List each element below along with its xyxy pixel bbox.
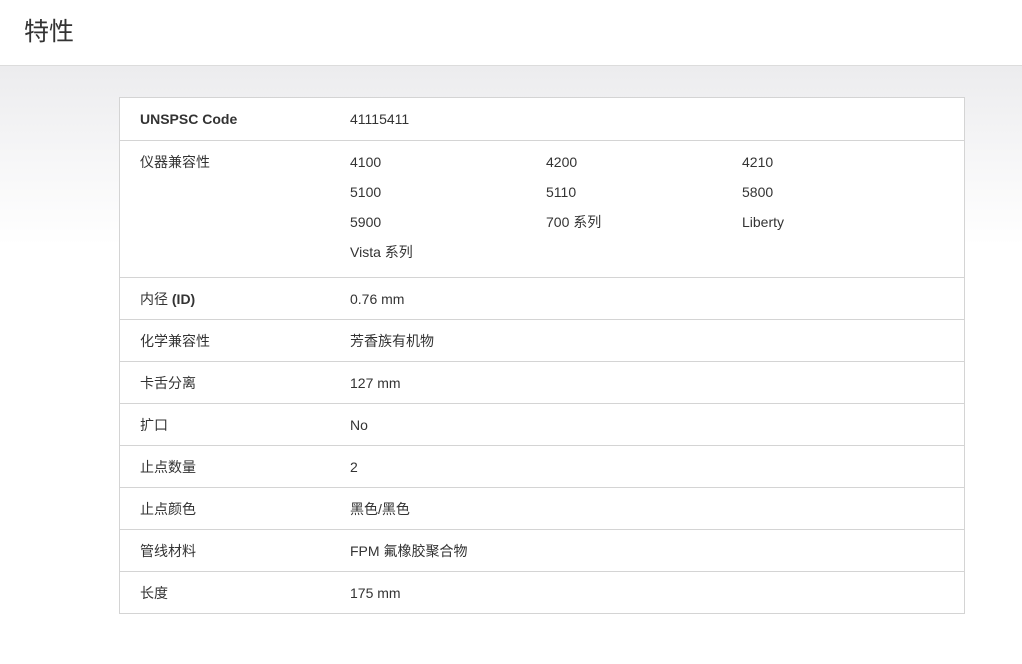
spec-value: 175 mm	[350, 585, 401, 601]
compatibility-item: 5800	[742, 184, 774, 200]
spec-value: 2	[350, 459, 358, 475]
spec-table: UNSPSC Code 41115411 仪器兼容性 4100 4200 421…	[119, 97, 965, 614]
spec-label-abbrev: (ID)	[171, 291, 196, 307]
spec-row-stop-color: 止点颜色 黑色/黑色	[120, 487, 964, 529]
spec-label: 扩口	[140, 417, 168, 433]
spec-value: 41115411	[350, 111, 410, 127]
spec-label: 止点数量	[140, 459, 196, 475]
spec-row-length: 长度 175 mm	[120, 571, 964, 613]
compatibility-list: 4100 4200 4210 5100 5110 5800 5900 700 系…	[350, 152, 940, 272]
spec-label: 卡舌分离	[140, 375, 196, 391]
compatibility-item: Liberty	[742, 214, 785, 230]
spec-value: No	[350, 417, 368, 433]
spec-row-chemical-compatibility: 化学兼容性 芳香族有机物	[120, 319, 964, 361]
page-header: 特性	[0, 0, 1022, 66]
compatibility-item: 5900	[350, 214, 382, 230]
spec-row-stop-count: 止点数量 2	[120, 445, 964, 487]
spec-value: 0.76 mm	[350, 291, 405, 307]
compatibility-item: 700 系列	[546, 214, 602, 230]
spec-label: 仪器兼容性	[140, 154, 210, 170]
compatibility-item: 5110	[546, 184, 577, 200]
spec-value: 黑色/黑色	[350, 501, 410, 517]
spec-row-unspsc: UNSPSC Code 41115411	[120, 98, 964, 140]
spec-row-instrument-compatibility: 仪器兼容性 4100 4200 4210 5100 5110 5800 5900…	[120, 140, 964, 277]
compatibility-item: 5100	[350, 184, 382, 200]
content-area: UNSPSC Code 41115411 仪器兼容性 4100 4200 421…	[0, 66, 1022, 664]
spec-value: FPM 氟橡胶聚合物	[350, 543, 468, 559]
spec-value: 127 mm	[350, 375, 401, 391]
spec-label: 止点颜色	[140, 501, 196, 517]
spec-row-tubing-material: 管线材料 FPM 氟橡胶聚合物	[120, 529, 964, 571]
spec-label: 内径 (ID)	[140, 289, 195, 309]
spec-label: 管线材料	[140, 543, 196, 559]
compatibility-item: 4210	[742, 154, 774, 170]
page-title: 特性	[24, 18, 75, 46]
compatibility-item: Vista 系列	[350, 244, 413, 260]
spec-label: UNSPSC Code	[140, 111, 238, 127]
spec-value: 芳香族有机物	[350, 333, 434, 349]
spec-row-inner-diameter: 内径 (ID) 0.76 mm	[120, 277, 964, 319]
spec-row-flare: 扩口 No	[120, 403, 964, 445]
spec-label-prefix: 内径	[140, 291, 172, 307]
spec-label: 化学兼容性	[140, 333, 210, 349]
spec-row-clip-separation: 卡舌分离 127 mm	[120, 361, 964, 403]
compatibility-item: 4200	[546, 154, 578, 170]
compatibility-item: 4100	[350, 154, 382, 170]
spec-label: 长度	[140, 585, 168, 601]
